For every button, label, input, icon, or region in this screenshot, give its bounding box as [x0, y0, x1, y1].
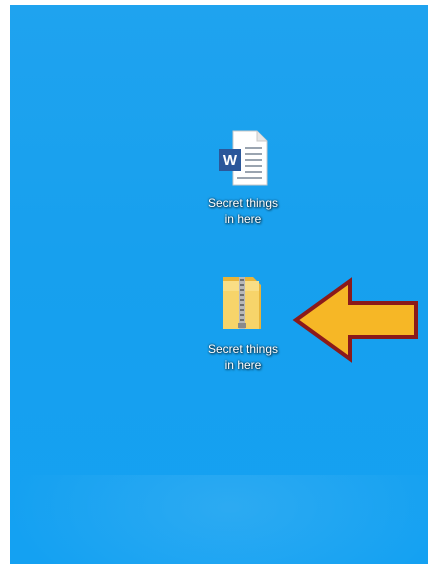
svg-text:W: W	[223, 152, 238, 169]
desktop-icon-label: Secret things in here	[207, 196, 279, 226]
screenshot-frame: W Secret things in here Secret things in…	[0, 0, 438, 569]
zip-folder-icon	[223, 277, 261, 329]
desktop-icon-word-document[interactable]: W Secret things in here	[188, 127, 298, 227]
arrow-left-icon	[292, 277, 418, 363]
desktop-icon-label: Secret things in here	[207, 342, 279, 372]
word-document-icon: W	[219, 130, 268, 186]
desktop-icon-zip-folder[interactable]: Secret things in here	[188, 271, 298, 373]
desktop-background[interactable]: W Secret things in here Secret things in…	[10, 5, 428, 564]
